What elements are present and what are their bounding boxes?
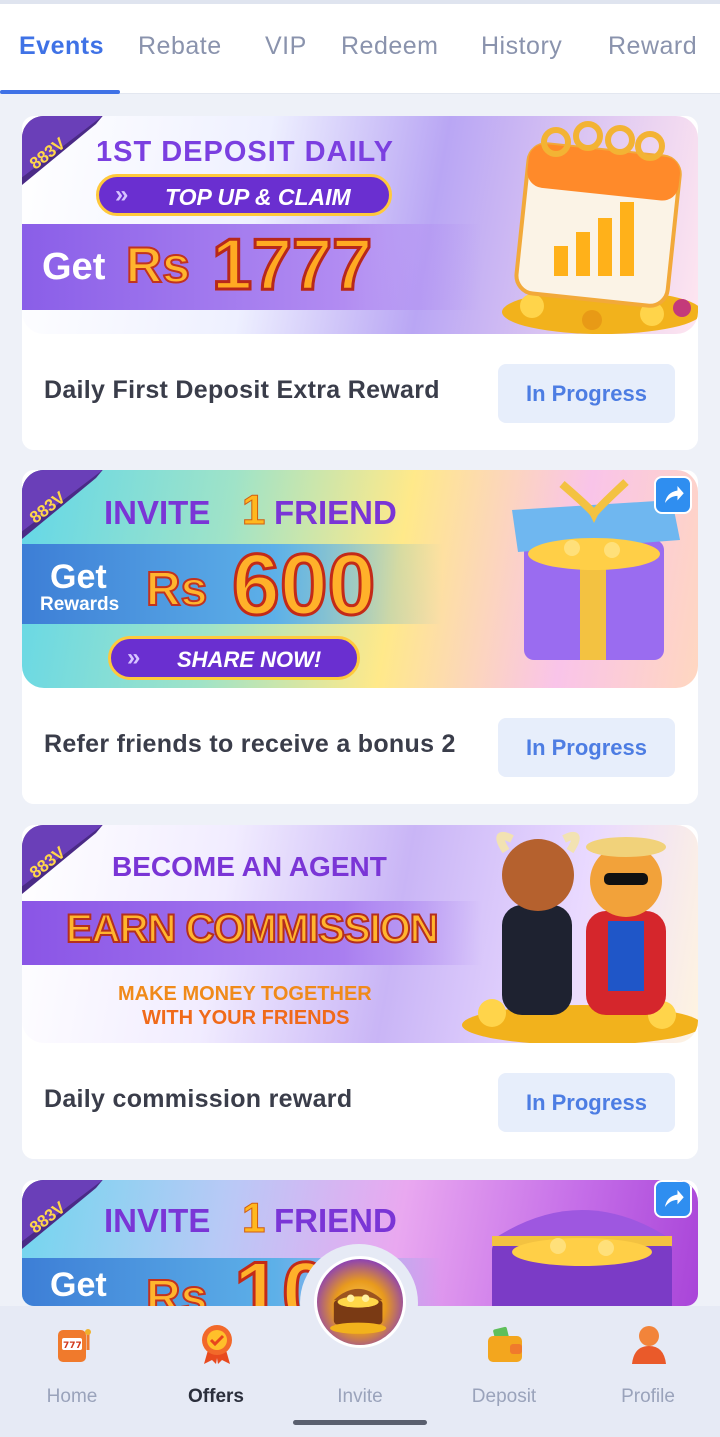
- banner-cta-text: TOP UP & CLAIM: [165, 184, 351, 210]
- banner-get-label: Get: [50, 558, 107, 596]
- banner-invite-number: 1: [241, 1194, 266, 1242]
- banner-invite-word: INVITE: [104, 1202, 211, 1239]
- banner-cta-pill: » SHARE NOW!: [108, 636, 360, 680]
- event-card[interactable]: 883V INVITE 1 FRIEND Get Rewards Rs 600 …: [22, 470, 698, 804]
- calendar-coins-icon: [502, 121, 698, 334]
- banner-amount: 1777: [210, 224, 373, 307]
- banner-get-label: Get: [50, 1266, 107, 1304]
- event-card[interactable]: 883V 1ST DEPOSIT DAILY » TOP UP & CLAIM …: [22, 116, 698, 450]
- banner-tagline-2: WITH YOUR FRIENDS: [142, 1007, 350, 1029]
- event-title: Daily First Deposit Extra Reward: [44, 376, 440, 404]
- active-tab-indicator: [0, 90, 120, 94]
- event-card-footer: Daily commission reward In Progress: [22, 1049, 698, 1159]
- nav-label-home: Home: [46, 1386, 98, 1407]
- in-progress-button[interactable]: In Progress: [498, 1073, 675, 1132]
- event-title: Refer friends to receive a bonus 2: [44, 730, 456, 758]
- banner-amount: 600: [231, 536, 377, 635]
- person-icon: [632, 1326, 666, 1364]
- banner-currency: Rs: [145, 1270, 208, 1306]
- wallet-icon: [488, 1326, 522, 1362]
- event-card[interactable]: 883V BECOME AN AGENT EARN COMMISSION MAK…: [22, 825, 698, 1159]
- banner-currency: Rs: [125, 236, 191, 294]
- tab-vip[interactable]: VIP: [265, 32, 307, 61]
- tab-reward[interactable]: Reward: [608, 32, 697, 61]
- in-progress-button[interactable]: In Progress: [498, 718, 675, 777]
- tab-history[interactable]: History: [481, 32, 562, 61]
- event-card-footer: Refer friends to receive a bonus 2 In Pr…: [22, 694, 698, 804]
- banner-cta-text: SHARE NOW!: [177, 647, 322, 672]
- nav-label-deposit: Deposit: [471, 1386, 537, 1407]
- nav-label-profile: Profile: [621, 1386, 675, 1407]
- offers-tab-bar: Events Rebate VIP Redeem History Reward: [0, 4, 720, 94]
- svg-text:777: 777: [63, 1341, 82, 1351]
- double-chevron-icon: »: [127, 644, 141, 671]
- banner-subheadline: EARN COMMISSION: [65, 906, 440, 952]
- home-indicator: [293, 1420, 427, 1425]
- banner-friend-word: FRIEND: [274, 494, 397, 531]
- event-banner-first-deposit[interactable]: 883V 1ST DEPOSIT DAILY » TOP UP & CLAIM …: [22, 116, 698, 334]
- share-icon[interactable]: [654, 1180, 692, 1218]
- event-banner-invite-600[interactable]: 883V INVITE 1 FRIEND Get Rewards Rs 600 …: [22, 470, 698, 688]
- banner-headline: BECOME AN AGENT: [112, 851, 387, 882]
- banner-friend-word: FRIEND: [274, 1202, 397, 1239]
- banner-rewards-label: Rewards: [40, 594, 120, 615]
- double-chevron-icon: »: [115, 181, 129, 208]
- nav-label-invite: Invite: [337, 1386, 383, 1407]
- banner-get-label: Get: [42, 246, 106, 288]
- event-card-footer: Daily First Deposit Extra Reward In Prog…: [22, 340, 698, 450]
- banner-currency: Rs: [145, 562, 208, 617]
- medal-icon: [202, 1325, 232, 1364]
- event-banner-agent[interactable]: 883V BECOME AN AGENT EARN COMMISSION MAK…: [22, 825, 698, 1043]
- event-title: Daily commission reward: [44, 1085, 353, 1113]
- tab-rebate[interactable]: Rebate: [138, 32, 222, 61]
- banner-tagline-1: MAKE MONEY TOGETHER: [118, 983, 372, 1005]
- banner-headline: 1ST DEPOSIT DAILY: [96, 136, 394, 168]
- banner-invite-number: 1: [241, 486, 266, 534]
- tab-redeem[interactable]: Redeem: [341, 32, 439, 61]
- nav-label-offers: Offers: [188, 1386, 244, 1407]
- banner-cta-pill: » TOP UP & CLAIM: [96, 174, 392, 216]
- banner-invite-word: INVITE: [104, 494, 211, 531]
- share-icon[interactable]: [654, 476, 692, 514]
- agent-mascots-icon: [462, 832, 698, 1043]
- invite-floating-button[interactable]: [300, 1244, 418, 1362]
- in-progress-button[interactable]: In Progress: [498, 364, 675, 423]
- slot-machine-icon: 777: [58, 1329, 91, 1362]
- tab-events[interactable]: Events: [19, 32, 104, 61]
- treasure-chest-icon: [314, 1256, 406, 1348]
